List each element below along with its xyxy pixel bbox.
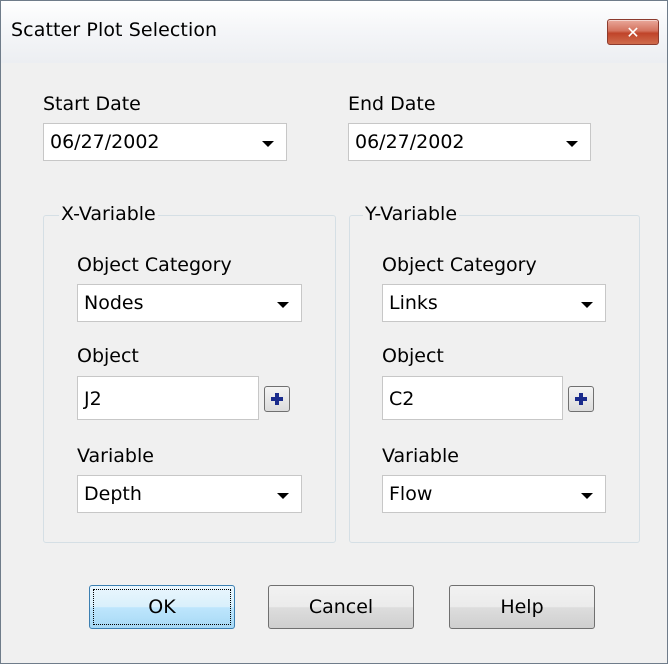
help-button[interactable]: Help [449,585,595,629]
chevron-down-icon [581,302,593,308]
y-category-label: Object Category [382,254,537,276]
end-date-value: 06/27/2002 [355,131,465,153]
end-date-dropdown[interactable]: 06/27/2002 [348,123,591,161]
cancel-button[interactable]: Cancel [268,585,414,629]
y-object-add-button[interactable] [568,386,594,412]
ok-button[interactable]: OK [89,585,235,629]
chevron-down-icon [262,141,274,147]
close-button[interactable]: ✕ [607,19,659,45]
y-object-input[interactable]: C2 [382,376,563,420]
chevron-down-icon [581,493,593,499]
dialog-title: Scatter Plot Selection [11,19,218,41]
y-variable-legend: Y-Variable [363,203,460,225]
x-variable-dropdown[interactable]: Depth [77,475,302,513]
y-category-value: Links [389,292,438,314]
plus-icon [575,393,587,405]
start-date-dropdown[interactable]: 06/27/2002 [43,123,287,161]
x-variable-value: Depth [84,483,142,505]
x-object-value: J2 [84,388,102,410]
x-category-dropdown[interactable]: Nodes [77,284,302,322]
chevron-down-icon [277,302,289,308]
chevron-down-icon [277,493,289,499]
y-object-value: C2 [389,388,415,410]
chevron-down-icon [566,141,578,147]
y-category-dropdown[interactable]: Links [382,284,606,322]
cancel-button-label: Cancel [308,596,374,618]
x-object-label: Object [77,345,139,367]
end-date-label: End Date [348,93,436,115]
x-category-value: Nodes [84,292,144,314]
x-object-add-button[interactable] [264,386,290,412]
start-date-value: 06/27/2002 [50,131,160,153]
title-bar[interactable]: Scatter Plot Selection ✕ [1,1,667,63]
y-variable-label: Variable [382,445,459,467]
ok-button-label: OK [148,596,176,618]
x-object-input[interactable]: J2 [77,376,259,420]
x-category-label: Object Category [77,254,232,276]
close-icon: ✕ [626,22,640,42]
scatter-plot-selection-dialog: Scatter Plot Selection ✕ Start Date 06/2… [0,0,668,664]
help-button-label: Help [500,596,544,618]
x-variable-label: Variable [77,445,154,467]
x-variable-legend: X-Variable [59,203,158,225]
start-date-label: Start Date [43,93,141,115]
plus-icon [271,393,283,405]
y-variable-value: Flow [389,483,433,505]
y-variable-dropdown[interactable]: Flow [382,475,606,513]
y-object-label: Object [382,345,444,367]
